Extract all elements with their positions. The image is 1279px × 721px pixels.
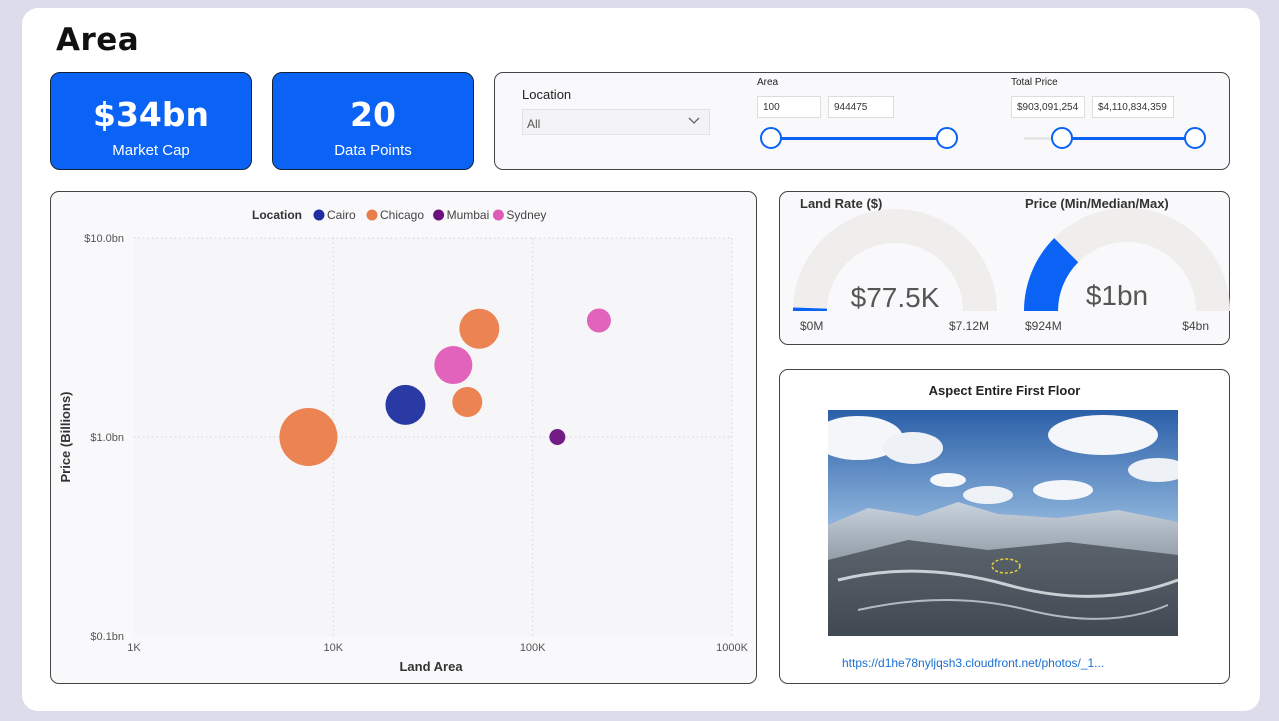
chevron-down-icon xyxy=(687,114,701,131)
y-tick-label: $10.0bn xyxy=(84,233,124,245)
total-price-slider-max-handle[interactable] xyxy=(1184,127,1206,149)
x-tick-label: 10K xyxy=(324,642,344,654)
data-points-label: Data Points xyxy=(334,142,412,159)
area-slider-min-handle[interactable] xyxy=(760,127,782,149)
area-slicer-label: Area xyxy=(757,77,779,88)
price-gauge-title: Price (Min/Median/Max) xyxy=(1025,196,1169,211)
data-points-value: 20 xyxy=(350,95,396,134)
legend-title: Location xyxy=(252,208,302,222)
data-point-chicago[interactable] xyxy=(279,408,338,466)
total-price-slider-min-handle[interactable] xyxy=(1051,127,1073,149)
price-gauge-value: $1bn xyxy=(1086,280,1148,311)
market-cap-value: $34bn xyxy=(93,95,209,134)
area-slider-max-handle[interactable] xyxy=(936,127,958,149)
total-price-slider-track[interactable] xyxy=(1062,137,1196,140)
x-tick-label: 1K xyxy=(127,642,141,654)
total-price-slicer-label: Total Price xyxy=(1011,77,1058,88)
x-tick-label: 1000K xyxy=(716,642,748,654)
legend-marker xyxy=(313,209,325,221)
x-axis-label: Land Area xyxy=(399,659,463,674)
y-axis-label: Price (Billions) xyxy=(58,391,73,482)
x-axis-ticks: 1K 10K 100K 1000K xyxy=(127,642,748,654)
data-point-mumbai[interactable] xyxy=(549,429,566,445)
price-gauge-fill xyxy=(1024,238,1079,312)
market-cap-card[interactable]: $34bn Market Cap xyxy=(50,72,252,170)
y-tick-label: $0.1bn xyxy=(90,631,124,643)
legend-item-sydney[interactable]: Sydney xyxy=(492,208,547,222)
legend-item-mumbai[interactable]: Mumbai xyxy=(433,208,489,222)
location-dropdown[interactable]: All xyxy=(522,109,710,135)
data-point-chicago[interactable] xyxy=(452,386,483,417)
gauges: Land Rate ($) $77.5K $0M $7.12M Price (M… xyxy=(792,196,1230,333)
price-gauge-max: $4bn xyxy=(1182,319,1209,333)
data-point-chicago[interactable] xyxy=(459,308,500,349)
legend-label: Cairo xyxy=(327,208,356,222)
location-slicer-label: Location xyxy=(522,87,572,102)
total-price-min-input[interactable]: $903,091,254 xyxy=(1011,96,1085,118)
plot-area xyxy=(134,238,732,636)
legend-marker xyxy=(433,209,445,221)
data-points-card[interactable]: 20 Data Points xyxy=(272,72,474,170)
property-photo xyxy=(828,410,1178,636)
image-url-link[interactable]: https://d1he78nyljqsh3.cloudfront.net/ph… xyxy=(842,656,1104,670)
land-rate-value: $77.5K xyxy=(851,282,940,313)
area-slider-track[interactable] xyxy=(770,137,948,140)
page-title: Area xyxy=(56,22,140,58)
legend-label: Sydney xyxy=(506,208,546,222)
legend-item-chicago[interactable]: Chicago xyxy=(366,208,425,222)
legend-label: Mumbai xyxy=(447,208,490,222)
location-dropdown-value: All xyxy=(527,117,541,131)
legend-marker xyxy=(366,209,378,221)
data-point-sydney[interactable] xyxy=(586,308,611,333)
area-min-input[interactable]: 100 xyxy=(757,96,821,118)
image-card-title: Aspect Entire First Floor xyxy=(928,383,1081,398)
data-point-sydney[interactable] xyxy=(434,346,473,385)
y-tick-label: $1.0bn xyxy=(90,432,124,444)
legend-marker xyxy=(492,209,504,221)
land-rate-min: $0M xyxy=(800,319,823,333)
price-gauge-min: $924M xyxy=(1025,319,1062,333)
x-tick-label: 100K xyxy=(520,642,546,654)
area-max-input[interactable]: 944475 xyxy=(828,96,894,118)
chart-legend[interactable]: Location Cairo Chicago Mumbai Sydney xyxy=(252,208,546,222)
total-price-max-input[interactable]: $4,110,834,359 xyxy=(1092,96,1174,118)
y-axis-ticks: $0.1bn $1.0bn $10.0bn xyxy=(84,233,124,643)
data-point-cairo[interactable] xyxy=(385,384,426,425)
market-cap-label: Market Cap xyxy=(112,142,190,159)
land-rate-max: $7.12M xyxy=(949,319,989,333)
legend-label: Chicago xyxy=(380,208,424,222)
land-rate-title: Land Rate ($) xyxy=(800,196,882,211)
scatter-chart[interactable]: Location Cairo Chicago Mumbai Sydney $0.1bn… xyxy=(50,191,757,684)
legend-item-cairo[interactable]: Cairo xyxy=(313,208,357,222)
